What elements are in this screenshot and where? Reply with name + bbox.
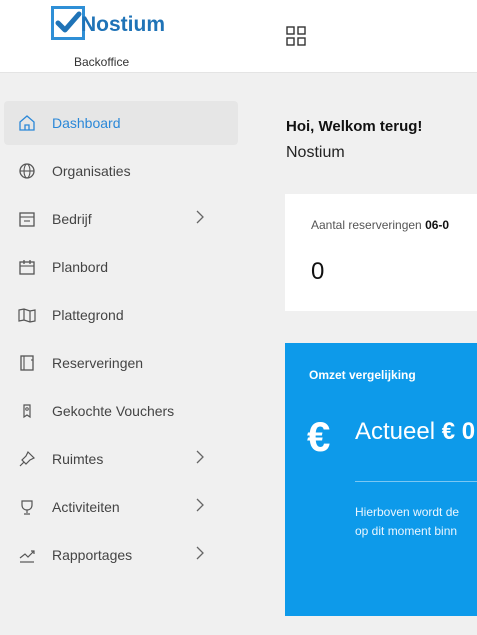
reservations-card: Aantal reserveringen 06-0 0: [285, 194, 477, 311]
revenue-divider: [355, 481, 477, 482]
organisation-name: Nostium: [286, 144, 345, 161]
calendar-icon: [19, 260, 35, 275]
euro-icon: €: [307, 413, 331, 460]
revenue-card-title: Omzet vergelijking: [309, 368, 416, 382]
sidebar-item-label: Organisaties: [52, 163, 131, 179]
chevron-right-icon: [196, 498, 204, 512]
nostium-logo[interactable]: Nostium: [51, 6, 167, 44]
pin-icon: [19, 450, 36, 467]
globe-icon: [19, 163, 35, 179]
sidebar-item-plattegrond[interactable]: Plattegrond: [4, 293, 238, 337]
sidebar-item-dashboard[interactable]: Dashboard: [4, 101, 238, 145]
revenue-actual-value: € 0: [441, 418, 476, 445]
sidebar-item-label: Reserveringen: [52, 355, 144, 371]
revenue-actual-label: Actueel: [355, 418, 436, 445]
brand-name: Nostium: [81, 13, 165, 36]
revenue-description-line: Hierboven wordt de: [355, 505, 460, 519]
sidebar-item-label: Plattegrond: [52, 307, 124, 323]
sidebar-item-label: Dashboard: [52, 115, 121, 131]
reservations-label-text: Aantal reserveringen: [311, 218, 422, 232]
sidebar-item-ruimtes[interactable]: Ruimtes: [4, 437, 238, 481]
building-icon: [19, 212, 35, 227]
home-icon: [19, 115, 35, 131]
sidebar-item-organisaties[interactable]: Organisaties: [4, 149, 238, 193]
sidebar-item-label: Gekochte Vouchers: [52, 403, 175, 419]
sidebar-item-label: Planbord: [52, 259, 109, 275]
app-subtitle: Backoffice: [74, 55, 130, 69]
revenue-description: Hierboven wordt de op dit moment binn: [355, 503, 477, 541]
voucher-icon: [23, 404, 31, 419]
sidebar-item-label: Bedrijf: [52, 211, 92, 227]
book-icon: [20, 355, 34, 371]
revenue-comparison-card: Omzet vergelijking € Actueel € 0 Hierbov…: [285, 343, 477, 616]
sidebar-item-reserveringen[interactable]: Reserveringen: [4, 341, 238, 385]
reservations-date: 06-0: [425, 218, 450, 232]
chevron-right-icon: [196, 210, 204, 224]
reservations-label: Aantal reserveringen 06-0: [311, 218, 449, 232]
sidebar-item-activiteiten[interactable]: Activiteiten: [4, 485, 238, 529]
sidebar-item-label: Activiteiten: [52, 499, 120, 515]
revenue-actual: Actueel € 0: [355, 418, 475, 446]
map-icon: [18, 308, 36, 323]
revenue-description-line: op dit moment binn: [355, 524, 458, 538]
welcome-heading: Hoi, Welkom terug!: [286, 118, 423, 135]
reservations-count: 0: [311, 258, 325, 285]
trophy-icon: [21, 500, 33, 515]
apps-grid-icon[interactable]: [286, 26, 306, 46]
sidebar-item-gekochte-vouchers[interactable]: Gekochte Vouchers: [4, 389, 238, 433]
sidebar-item-rapportages[interactable]: Rapportages: [4, 533, 238, 577]
chevron-right-icon: [196, 546, 204, 560]
sidebar-item-planbord[interactable]: Planbord: [4, 245, 238, 289]
sidebar-item-bedrijf[interactable]: Bedrijf: [4, 197, 238, 241]
sidebar-item-label: Rapportages: [52, 547, 133, 563]
chevron-right-icon: [196, 450, 204, 464]
sidebar: Dashboard Organisaties Bedrijf Planbord …: [0, 74, 247, 635]
chart-line-icon: [19, 550, 35, 563]
top-bar: Nostium Backoffice: [0, 0, 477, 73]
logo-checkbox-icon: [51, 6, 85, 40]
sidebar-item-label: Ruimtes: [52, 451, 104, 467]
